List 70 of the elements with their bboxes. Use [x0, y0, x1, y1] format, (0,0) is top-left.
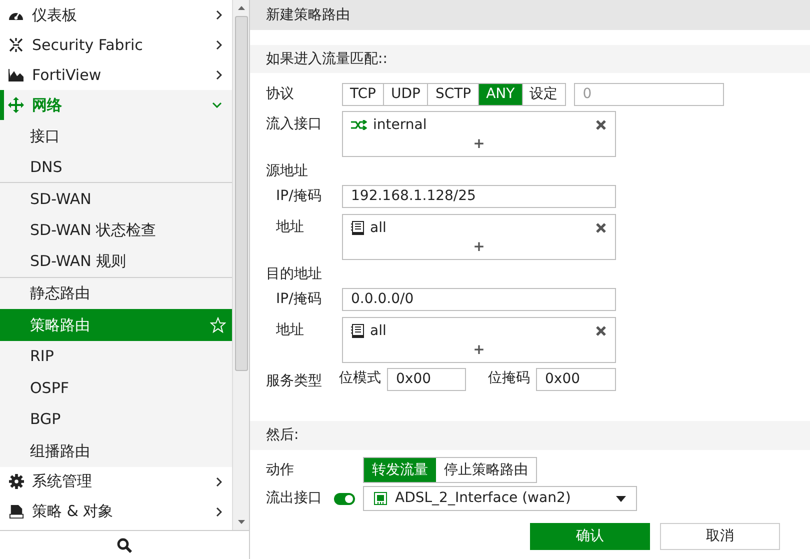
submenu-item[interactable]: SD-WAN [0, 183, 232, 214]
selection-box[interactable]: all + [342, 214, 616, 260]
gear-icon [8, 474, 24, 489]
field-label: 协议 [266, 85, 295, 104]
submenu-item[interactable]: OSPF [0, 372, 232, 404]
field-label: 服务类型 [266, 372, 323, 391]
entry-label: all [370, 322, 388, 340]
address-book-icon [351, 324, 364, 338]
field-label: 地址 [275, 218, 305, 237]
selection-box[interactable]: internal + [342, 111, 616, 157]
field-label: 位掩码 [488, 369, 531, 388]
field-label: 位模式 [339, 369, 382, 388]
submenu-item[interactable]: DNS [0, 152, 232, 183]
fabric-icon [8, 37, 24, 53]
scroll-down-icon[interactable] [238, 520, 245, 524]
entry-label: internal [373, 116, 428, 134]
shuffle-icon [351, 120, 367, 130]
close-icon[interactable] [595, 325, 607, 337]
port-icon [374, 492, 387, 505]
input-field[interactable]: 0x00 [387, 368, 466, 391]
submenu-item[interactable]: 策略路由 [0, 309, 232, 340]
add-entry[interactable]: + [473, 238, 485, 256]
submenu-item[interactable]: SD-WAN 状态检查 [0, 214, 232, 246]
address-book-icon [351, 221, 364, 235]
group-label: 源地址 [266, 162, 309, 181]
submenu-item[interactable]: RIP [0, 340, 232, 372]
chevron-right-icon [216, 506, 222, 516]
field-label: 动作 [266, 460, 295, 480]
close-icon[interactable] [595, 222, 607, 234]
document-icon [8, 504, 24, 519]
submenu-item[interactable]: 接口 [0, 120, 232, 152]
field-label: IP/掩码 [275, 290, 322, 309]
page-header: 新建策略路由 [250, 0, 810, 30]
move-arrows-icon [8, 97, 24, 113]
chevron-right-icon [216, 10, 222, 20]
submenu-item[interactable]: 组播路由 [0, 435, 232, 466]
scroll-up-icon[interactable] [238, 6, 245, 10]
submenu-item[interactable]: BGP [0, 404, 232, 435]
search-icon[interactable] [117, 538, 132, 552]
submenu-item[interactable]: SD-WAN 规则 [0, 246, 232, 278]
chevron-right-icon [216, 40, 222, 50]
confirm-button[interactable]: 确认 [530, 523, 650, 550]
add-entry[interactable]: + [473, 341, 485, 359]
section-header: 然后: [250, 421, 810, 450]
field-label: 地址 [275, 321, 305, 340]
entry-label: all [370, 218, 388, 238]
dropdown-caret-icon [616, 496, 626, 502]
submenu-item[interactable]: 静态路由 [0, 278, 232, 309]
menu-item[interactable]: 网络 [0, 90, 232, 120]
group-label: 目的地址 [266, 265, 323, 284]
area-chart-icon [8, 68, 24, 82]
field-label: 流出接口 [266, 489, 323, 508]
close-icon[interactable] [595, 119, 607, 131]
toggle-switch[interactable] [334, 492, 355, 504]
action-option[interactable]: 转发流量 [364, 458, 436, 482]
selection-box[interactable]: all + [342, 317, 616, 363]
input-field[interactable]: 0x00 [536, 368, 616, 391]
field-label: IP/掩码 [275, 187, 322, 206]
chevron-right-icon [216, 476, 222, 486]
section-header: 如果进入流量匹配:: [250, 45, 810, 73]
cancel-button[interactable]: 取消 [660, 523, 780, 550]
chevron-down-icon [212, 102, 222, 108]
add-entry[interactable]: + [473, 135, 485, 153]
scrollbar[interactable] [232, 0, 249, 530]
star-icon[interactable] [210, 316, 226, 333]
chevron-right-icon [216, 70, 222, 80]
input-field[interactable]: 0.0.0.0/0 [342, 288, 616, 311]
field-label: 流入接口 [266, 115, 323, 134]
interface-dropdown[interactable]: ADSL_2_Interface (wan2) [363, 486, 637, 511]
input-field[interactable]: 192.168.1.128/25 [342, 185, 616, 208]
